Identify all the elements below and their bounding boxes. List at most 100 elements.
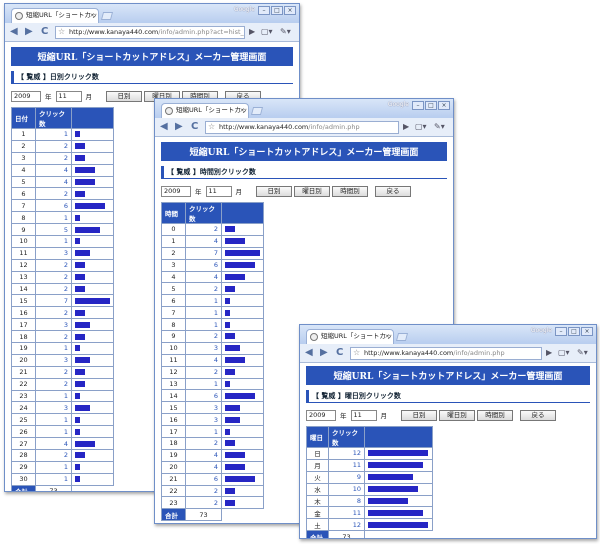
browser-tab[interactable]: 短縮URL「ショートカットアドレ× — [306, 329, 394, 344]
year-input[interactable]: 2009 — [306, 409, 336, 421]
row-count[interactable]: 7 — [185, 246, 222, 260]
row-count[interactable]: 1 — [35, 472, 72, 486]
row-count[interactable]: 7 — [35, 294, 72, 308]
row-count[interactable]: 2 — [35, 270, 72, 284]
close-window-button[interactable]: × — [581, 327, 593, 336]
go-icon[interactable]: ▶ — [403, 121, 409, 133]
weekday-button[interactable]: 曜日別 — [294, 185, 330, 197]
maximize-button[interactable]: □ — [271, 6, 283, 15]
back-icon[interactable]: ◀ — [10, 25, 18, 39]
row-count[interactable]: 5 — [35, 223, 72, 237]
hour-button[interactable]: 時間別 — [477, 409, 513, 421]
row-count[interactable]: 1 — [35, 342, 72, 355]
forward-icon[interactable]: ▶ — [320, 346, 328, 360]
year-input[interactable]: 2009 — [161, 185, 191, 197]
row-count[interactable]: 2 — [35, 306, 72, 320]
back-button[interactable]: 戻る — [375, 185, 411, 197]
row-count[interactable]: 4 — [185, 353, 222, 367]
tab-close-icon[interactable]: × — [90, 9, 95, 22]
day-button[interactable]: 日別 — [256, 185, 292, 197]
row-count[interactable]: 4 — [35, 437, 72, 451]
row-count[interactable]: 6 — [185, 389, 222, 403]
row-count[interactable]: 2 — [35, 449, 72, 462]
minimize-button[interactable]: – — [555, 327, 567, 336]
back-button[interactable]: 戻る — [520, 409, 556, 421]
row-count[interactable]: 4 — [185, 460, 222, 474]
row-count[interactable]: 11 — [328, 506, 365, 520]
new-tab-button[interactable] — [395, 333, 409, 341]
month-input[interactable]: 11 — [55, 90, 82, 102]
row-count[interactable]: 3 — [185, 401, 222, 415]
row-count[interactable]: 1 — [35, 211, 72, 225]
address-bar[interactable]: ☆ http://www.kanaya440.com/info/admin.php… — [55, 26, 245, 39]
page-menu-icon[interactable]: ▢▾ — [558, 347, 570, 359]
address-bar[interactable]: ☆ http://www.kanaya440.com/info/admin.php — [350, 347, 542, 360]
row-count[interactable]: 2 — [185, 282, 222, 296]
star-icon[interactable]: ☆ — [353, 348, 360, 358]
tools-menu-icon[interactable]: ✎▾ — [434, 121, 445, 133]
tools-menu-icon[interactable]: ✎▾ — [577, 347, 588, 359]
row-count[interactable]: 2 — [185, 330, 222, 343]
row-count[interactable]: 1 — [185, 425, 222, 439]
row-count[interactable]: 1 — [35, 460, 72, 474]
row-count[interactable]: 12 — [328, 447, 365, 460]
back-icon[interactable]: ◀ — [160, 120, 168, 134]
row-count[interactable]: 1 — [35, 235, 72, 248]
star-icon[interactable]: ☆ — [208, 122, 215, 132]
back-icon[interactable]: ◀ — [305, 346, 313, 360]
row-count[interactable]: 8 — [328, 494, 365, 508]
month-input[interactable]: 11 — [205, 185, 232, 197]
row-count[interactable]: 3 — [185, 413, 222, 427]
row-count[interactable]: 1 — [185, 377, 222, 391]
browser-tab[interactable]: 短縮URL「ショートカットアドレ× — [11, 8, 99, 23]
star-icon[interactable]: ☆ — [58, 27, 65, 37]
row-count[interactable]: 2 — [35, 330, 72, 344]
row-count[interactable]: 3 — [35, 246, 72, 260]
new-tab-button[interactable] — [100, 12, 114, 20]
row-count[interactable]: 2 — [35, 258, 72, 272]
browser-tab[interactable]: 短縮URL「ショートカットアドレ× — [161, 103, 249, 118]
go-icon[interactable]: ▶ — [546, 347, 552, 359]
row-count[interactable]: 2 — [185, 365, 222, 379]
go-icon[interactable]: ▶ — [249, 26, 255, 38]
address-bar[interactable]: ☆ http://www.kanaya440.com/info/admin.php — [205, 121, 399, 134]
new-tab-button[interactable] — [250, 107, 264, 115]
page-menu-icon[interactable]: ▢▾ — [415, 121, 427, 133]
minimize-button[interactable]: – — [412, 101, 424, 110]
weekday-button[interactable]: 曜日別 — [439, 409, 475, 421]
row-count[interactable]: 3 — [35, 353, 72, 367]
row-count[interactable]: 4 — [35, 175, 72, 189]
row-count[interactable]: 1 — [35, 389, 72, 403]
maximize-button[interactable]: □ — [425, 101, 437, 110]
tab-close-icon[interactable]: × — [240, 104, 245, 117]
row-count[interactable]: 2 — [35, 187, 72, 201]
row-count[interactable]: 1 — [185, 318, 222, 332]
row-count[interactable]: 2 — [185, 484, 222, 498]
reload-icon[interactable]: C — [336, 346, 343, 360]
row-count[interactable]: 4 — [185, 448, 222, 462]
day-button[interactable]: 日別 — [106, 90, 142, 102]
row-count[interactable]: 6 — [185, 258, 222, 272]
maximize-button[interactable]: □ — [568, 327, 580, 336]
forward-icon[interactable]: ▶ — [25, 25, 33, 39]
row-count[interactable]: 3 — [35, 318, 72, 332]
tools-menu-icon[interactable]: ✎▾ — [280, 26, 291, 38]
row-count[interactable]: 4 — [185, 270, 222, 284]
row-count[interactable]: 1 — [185, 306, 222, 320]
row-count[interactable]: 1 — [35, 425, 72, 439]
row-count[interactable]: 11 — [328, 458, 365, 472]
close-window-button[interactable]: × — [438, 101, 450, 110]
row-count[interactable]: 2 — [35, 151, 72, 165]
row-count[interactable]: 2 — [185, 437, 222, 450]
row-count[interactable]: 2 — [35, 365, 72, 379]
row-count[interactable]: 1 — [35, 413, 72, 427]
row-count[interactable]: 4 — [35, 163, 72, 177]
reload-icon[interactable]: C — [191, 120, 198, 134]
reload-icon[interactable]: C — [41, 25, 48, 39]
minimize-button[interactable]: – — [258, 6, 270, 15]
row-count[interactable]: 2 — [185, 223, 222, 236]
row-count[interactable]: 1 — [35, 128, 72, 141]
row-count[interactable]: 6 — [35, 199, 72, 213]
row-count[interactable]: 9 — [328, 470, 365, 484]
row-count[interactable]: 4 — [185, 234, 222, 248]
